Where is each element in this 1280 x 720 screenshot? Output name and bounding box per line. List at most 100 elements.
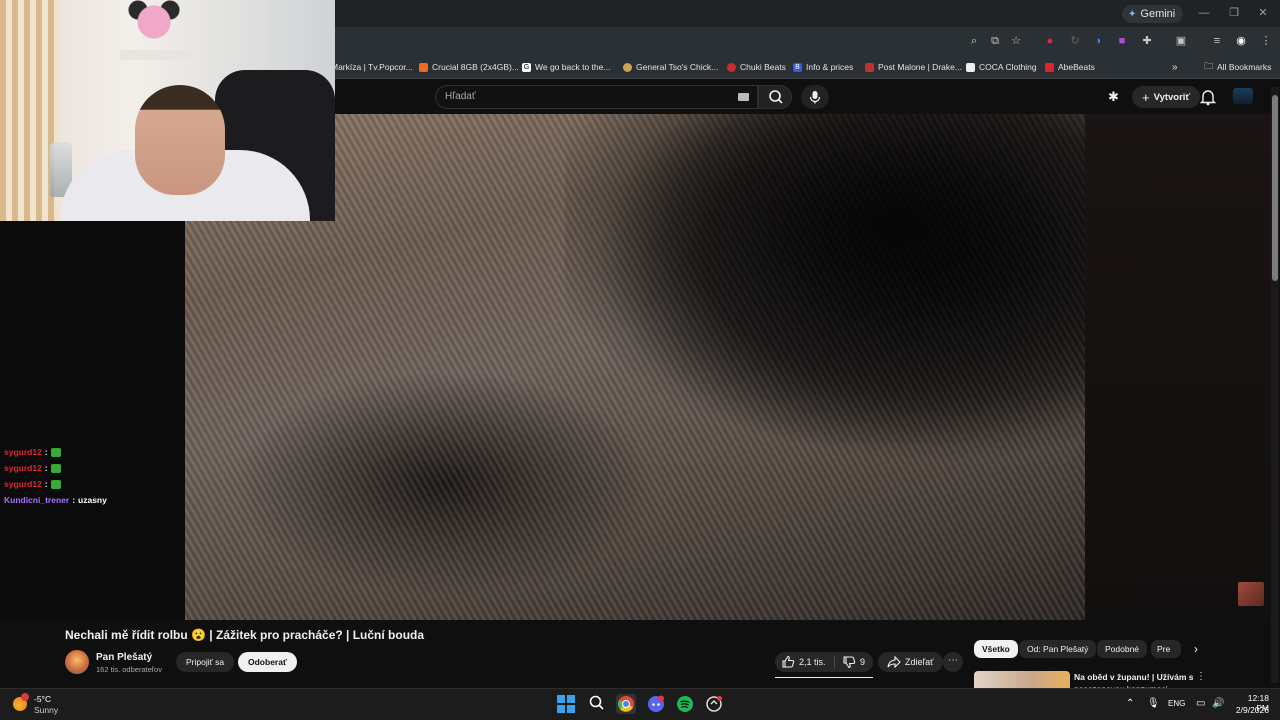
chip-for-you[interactable]: Pre: [1151, 640, 1181, 658]
app-generic-icon[interactable]: [704, 694, 724, 714]
chat-message: sygurd12:: [4, 463, 61, 473]
gemini-icon: ✦: [1128, 8, 1137, 20]
bookmark-item[interactable]: Crucial 8GB (2x4GB)...: [419, 59, 519, 75]
chat-message: sygurd12:: [4, 447, 61, 457]
discord-app-icon[interactable]: [646, 694, 666, 714]
create-label: Vytvoriť: [1153, 91, 1190, 103]
chat-message: Kundicni_trener: uzasny: [4, 495, 107, 505]
dislike-count: 9: [860, 657, 866, 667]
thumbs-down-icon: [843, 656, 856, 669]
weather-condition[interactable]: Sunny: [34, 705, 58, 715]
side-panel-icon[interactable]: ▣: [1174, 34, 1188, 48]
extension-blue-icon[interactable]: ◗: [1092, 34, 1106, 48]
voice-search-button[interactable]: [801, 85, 829, 109]
taskbar-search-icon[interactable]: [588, 694, 606, 717]
search-icon: [769, 90, 783, 104]
create-button[interactable]: + Vytvoriť: [1132, 86, 1200, 108]
recommendation-thumbnail[interactable]: [974, 671, 1070, 689]
subscribe-button[interactable]: Odoberať: [238, 652, 298, 672]
bookmark-star-icon[interactable]: ☆: [1009, 34, 1023, 48]
tray-overflow-icon[interactable]: ⌃: [1126, 698, 1134, 709]
keyboard-icon[interactable]: [738, 93, 749, 101]
minimize-icon[interactable]: —: [1197, 6, 1211, 20]
spotify-app-icon[interactable]: [675, 694, 695, 714]
chat-text: uzasny: [78, 495, 107, 505]
network-icon[interactable]: ▭: [1196, 698, 1205, 709]
account-avatar[interactable]: [1233, 88, 1253, 104]
restore-icon[interactable]: ❐: [1227, 6, 1241, 20]
dislike-button[interactable]: 9: [842, 652, 865, 672]
chat-username: Kundicni_trener: [4, 495, 70, 505]
webcam-overlay: [0, 0, 335, 221]
scrollbar-thumb[interactable]: [1272, 95, 1278, 281]
bookmark-item[interactable]: Post Malone | Drake...: [865, 59, 962, 75]
bookmark-favicon-icon: B: [793, 62, 802, 72]
all-bookmarks-folder[interactable]: 🗀 All Bookmarks: [1204, 59, 1271, 75]
bookmark-favicon-icon: [419, 62, 428, 72]
start-windows-icon[interactable]: [557, 695, 575, 713]
microphone-tray-icon[interactable]: 🎙: [1147, 698, 1160, 709]
chat-emote-icon: [50, 447, 61, 457]
notifications-bell-icon[interactable]: [1199, 88, 1217, 111]
search-button[interactable]: [758, 85, 792, 109]
extension-red-icon[interactable]: ●: [1043, 34, 1057, 48]
profile-avatar-icon[interactable]: ◉: [1234, 34, 1248, 48]
video-title: Nechali mě řídit rolbu 😮 | Zážitek pro p…: [65, 628, 425, 642]
gemini-label: Gemini: [1140, 8, 1176, 20]
chrome-app-icon[interactable]: [616, 694, 636, 714]
bookmark-item[interactable]: General Tso's Chick...: [623, 59, 718, 75]
bookmark-item[interactable]: Chuki Beats: [727, 59, 786, 75]
chip-all[interactable]: Všetko: [974, 640, 1018, 658]
like-divider: [834, 655, 835, 669]
join-button[interactable]: Pripojiť sa: [176, 652, 235, 672]
chevron-right-icon[interactable]: ›: [1188, 641, 1204, 657]
video-shadow: [565, 114, 1085, 444]
bookmark-item[interactable]: B Info & prices: [793, 59, 853, 75]
keyboard-language[interactable]: ENG: [1168, 699, 1185, 708]
bookmark-item[interactable]: Markíza | Tv.Popcor...: [331, 59, 413, 75]
bookmark-item[interactable]: G We go back to the...: [522, 59, 610, 75]
webcam-person-head: [135, 85, 225, 195]
recommendation-menu-icon[interactable]: ⋮: [1196, 671, 1206, 682]
taskbar-indicator: [604, 716, 614, 718]
like-count: 2,1 tis.: [799, 657, 826, 667]
more-actions-icon[interactable]: ⋯: [943, 652, 963, 672]
channel-name[interactable]: Pan Plešatý: [96, 652, 152, 663]
studio-sparkle-icon[interactable]: ✱: [1108, 89, 1119, 105]
volume-icon[interactable]: 🔊: [1212, 698, 1224, 709]
windows-taskbar: [0, 688, 1280, 720]
gemini-button[interactable]: ✦ Gemini: [1122, 5, 1184, 23]
extensions-puzzle-icon[interactable]: ✚: [1140, 34, 1154, 48]
weather-temperature[interactable]: -5°C: [34, 694, 51, 704]
bookmark-favicon-icon: [1045, 62, 1054, 72]
share-icon: [887, 656, 901, 668]
share-button[interactable]: Zdieľať: [878, 652, 943, 672]
share-label: Zdieľať: [905, 657, 934, 667]
bookmark-favicon-icon: [966, 62, 975, 72]
chip-from-channel[interactable]: Od: Pan Plešatý: [1019, 640, 1097, 658]
bookmark-item[interactable]: AbeBeats: [1045, 59, 1095, 75]
zoom-icon[interactable]: ⌕: [967, 34, 981, 48]
chip-related[interactable]: Podobné: [1097, 640, 1148, 658]
overlay-thumbnail[interactable]: [1238, 582, 1264, 606]
like-ratio-bar: [775, 677, 873, 678]
extension-gray-icon[interactable]: ↻: [1068, 34, 1082, 48]
media-controls-icon[interactable]: ≡: [1210, 34, 1224, 48]
bookmark-favicon-icon: [865, 62, 874, 72]
search-input[interactable]: Hľadať: [435, 85, 758, 109]
bookmark-favicon-icon: G: [522, 62, 531, 72]
clock-date[interactable]: 2/9/2026: [1228, 705, 1269, 715]
browser-menu-icon[interactable]: ⋮: [1259, 34, 1273, 48]
chat-overlay: [0, 221, 185, 620]
webcam-plush-toy: [118, 0, 190, 55]
like-button[interactable]: 2,1 tis.: [781, 652, 826, 672]
close-icon[interactable]: ✕: [1256, 6, 1270, 20]
plus-icon: +: [1142, 89, 1150, 105]
install-app-icon[interactable]: ⧉: [988, 34, 1002, 48]
extension-purple-icon[interactable]: ■: [1115, 34, 1129, 48]
channel-avatar[interactable]: [65, 650, 89, 674]
weather-alert-badge: [21, 693, 29, 701]
more-bookmarks-icon[interactable]: »: [1172, 59, 1178, 75]
bookmark-item[interactable]: COCA Clothing: [966, 59, 1037, 75]
recommendation-title[interactable]: Na oběd v županu! | Užívám si: [1074, 672, 1194, 682]
